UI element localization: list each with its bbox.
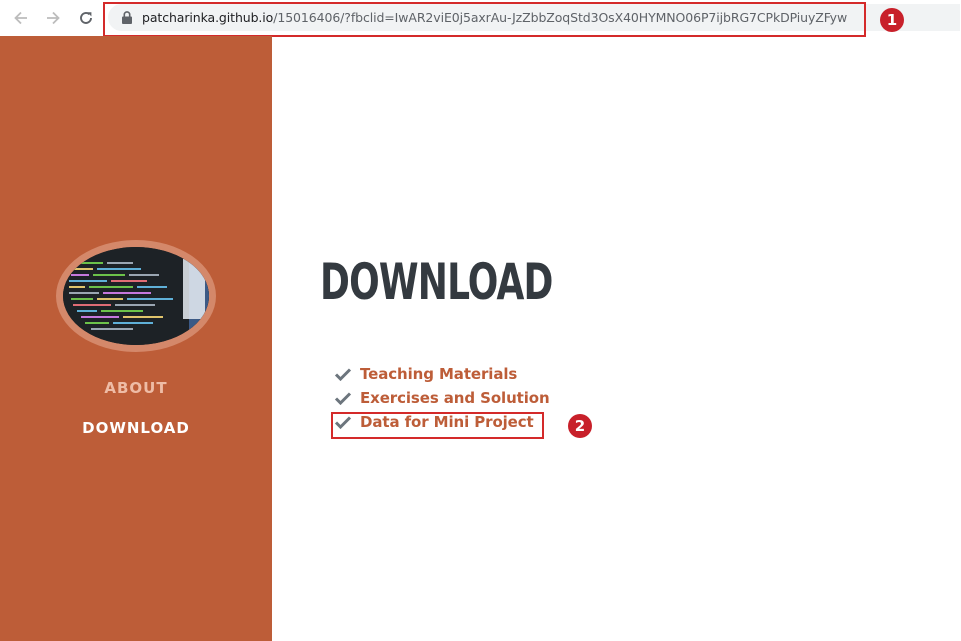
teaching-materials-link[interactable]: Teaching Materials <box>360 365 517 383</box>
sidebar-item-download[interactable]: DOWNLOAD <box>0 419 272 437</box>
annotation-badge-2: 2 <box>568 414 592 438</box>
forward-button[interactable] <box>41 6 65 30</box>
sidebar-item-about[interactable]: ABOUT <box>0 379 272 397</box>
profile-image <box>56 240 216 352</box>
reload-icon <box>80 12 92 24</box>
list-item: Teaching Materials <box>334 362 550 386</box>
back-arrow-icon <box>14 11 27 25</box>
list-item: Exercises and Solution <box>334 386 550 410</box>
check-icon <box>334 392 352 405</box>
annotation-box-1 <box>103 2 866 37</box>
check-icon <box>334 368 352 381</box>
code-screen-image <box>63 247 209 345</box>
sidebar: ABOUT DOWNLOAD <box>0 36 272 641</box>
annotation-badge-1: 1 <box>880 8 904 32</box>
exercises-and-solution-link[interactable]: Exercises and Solution <box>360 389 550 407</box>
back-button[interactable] <box>9 6 33 30</box>
page-title: DOWNLOAD <box>320 253 553 311</box>
reload-button[interactable] <box>74 6 98 30</box>
annotation-box-2 <box>331 412 544 439</box>
forward-arrow-icon <box>47 11 60 25</box>
